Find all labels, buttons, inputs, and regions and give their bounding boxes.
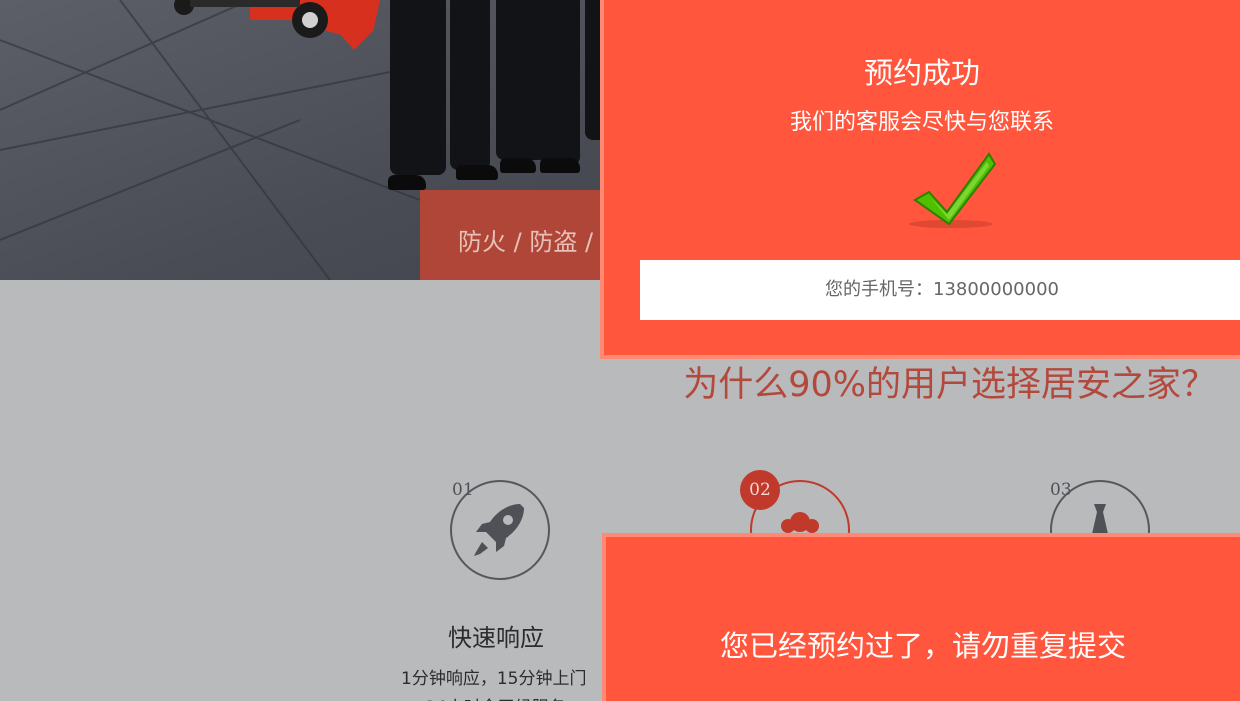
scooter-graphic	[174, 0, 328, 38]
popup-title: 预约成功	[863, 56, 980, 90]
phone-display: 您的手机号：13800000000	[640, 260, 1240, 320]
duplicate-booking-toast: 您已经预约过了，请勿重复提交	[602, 533, 1240, 701]
feature-number-badge: 02	[740, 470, 780, 510]
phone-label: 您的手机号：	[825, 279, 933, 300]
feature-strip-text: 防火 / 防盗 /	[458, 228, 594, 256]
popup-subtitle: 我们的客服会尽快与您联系	[789, 110, 1054, 135]
security-guards-photo	[380, 0, 610, 200]
feature-title: 快速响应	[448, 624, 544, 652]
feature-strip: 防火 / 防盗 /	[420, 190, 620, 280]
feature-desc-line-1: 1分钟响应，15分钟上门	[401, 669, 587, 689]
toast-message: 您已经预约过了，请勿重复提交	[719, 629, 1126, 663]
rocket-icon	[474, 504, 524, 556]
feature-icon-circle	[450, 480, 550, 580]
checkmark-icon	[909, 152, 997, 228]
feature-desc-line-2: 24小时全天候服务	[425, 693, 566, 701]
phone-value: 13800000000	[933, 279, 1059, 300]
section-title: 为什么90%的用户选择居安之家？	[683, 365, 1216, 405]
booking-success-popup: 预约成功 我们的客服会尽快与您联系 您的手机号：13800000000	[600, 0, 1240, 359]
